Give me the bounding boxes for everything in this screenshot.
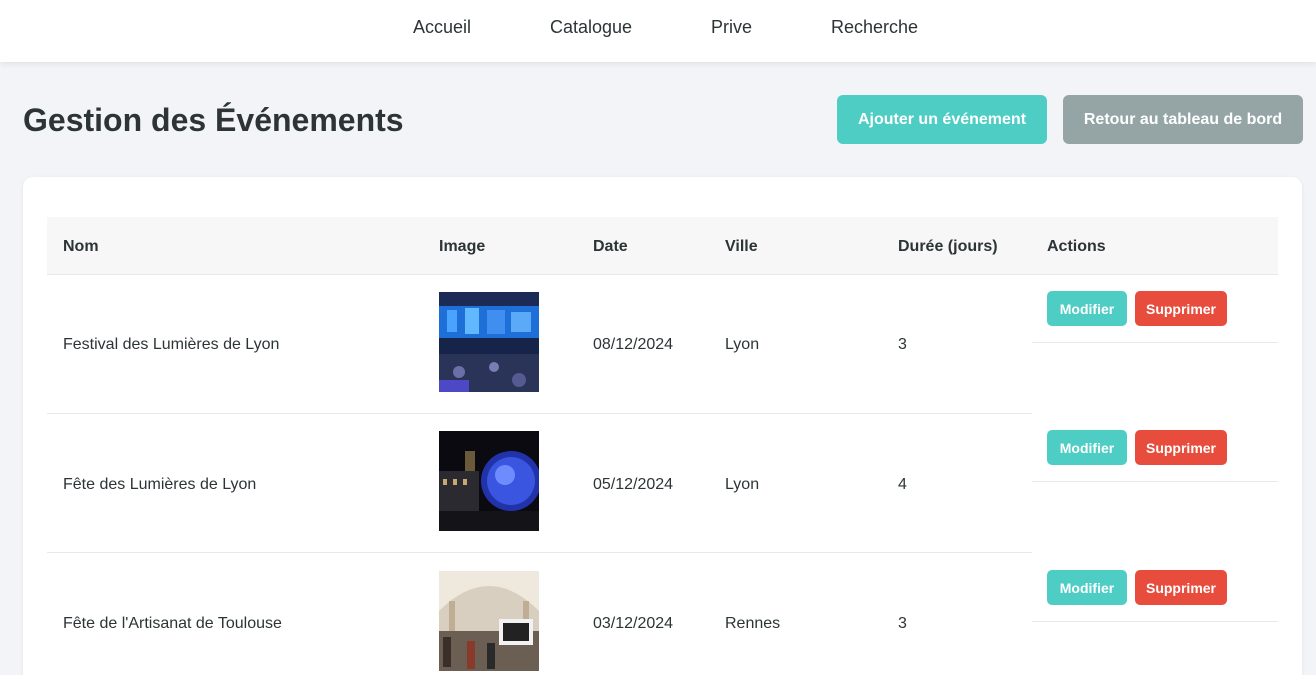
add-event-button[interactable]: Ajouter un événement xyxy=(837,95,1047,144)
back-to-dashboard-button[interactable]: Retour au tableau de bord xyxy=(1063,95,1303,144)
event-duration: 3 xyxy=(898,615,907,632)
col-date: Date xyxy=(593,238,628,255)
divider xyxy=(47,552,1032,553)
table-row: Fête des Lumières de Lyon 05/12/2024 Lyo… xyxy=(47,414,1278,553)
divider xyxy=(1032,342,1278,343)
table-row: Festival des Lumières de Lyon 08/12/2024… xyxy=(47,275,1278,414)
event-city: Lyon xyxy=(725,476,760,493)
event-duration: 4 xyxy=(898,476,907,493)
event-image xyxy=(439,292,539,392)
event-image xyxy=(439,571,539,671)
col-ville: Ville xyxy=(725,238,758,255)
event-name: Festival des Lumières de Lyon xyxy=(63,336,280,353)
top-nav: Accueil Catalogue Prive Recherche xyxy=(0,0,1316,62)
event-name: Fête des Lumières de Lyon xyxy=(63,476,257,493)
events-card: Nom Image Date Ville Durée (jours) Actio… xyxy=(23,177,1302,675)
event-date: 03/12/2024 xyxy=(593,615,674,632)
col-nom: Nom xyxy=(63,238,99,255)
page-title: Gestion des Événements xyxy=(23,102,404,138)
col-image: Image xyxy=(439,238,486,255)
event-city: Lyon xyxy=(725,336,760,353)
nav-prive[interactable]: Prive xyxy=(711,17,752,38)
event-city: Rennes xyxy=(725,615,781,632)
event-date: 05/12/2024 xyxy=(593,476,674,493)
event-image xyxy=(439,431,539,531)
table-row: Fête de l'Artisanat de Toulouse 03/12/20… xyxy=(47,554,1278,675)
delete-button[interactable]: Supprimer xyxy=(1135,430,1227,465)
nav-accueil[interactable]: Accueil xyxy=(413,17,471,38)
event-name: Fête de l'Artisanat de Toulouse xyxy=(63,615,282,632)
col-actions: Actions xyxy=(1047,238,1106,255)
nav-recherche[interactable]: Recherche xyxy=(831,17,918,38)
event-date: 08/12/2024 xyxy=(593,336,674,353)
divider xyxy=(1032,621,1278,622)
delete-button[interactable]: Supprimer xyxy=(1135,291,1227,326)
nav-catalogue[interactable]: Catalogue xyxy=(550,17,632,38)
col-duree: Durée (jours) xyxy=(898,238,998,255)
edit-button[interactable]: Modifier xyxy=(1047,291,1127,326)
edit-button[interactable]: Modifier xyxy=(1047,430,1127,465)
divider xyxy=(1032,481,1278,482)
table-header: Nom Image Date Ville Durée (jours) Actio… xyxy=(47,217,1278,275)
edit-button[interactable]: Modifier xyxy=(1047,570,1127,605)
delete-button[interactable]: Supprimer xyxy=(1135,570,1227,605)
event-duration: 3 xyxy=(898,336,907,353)
